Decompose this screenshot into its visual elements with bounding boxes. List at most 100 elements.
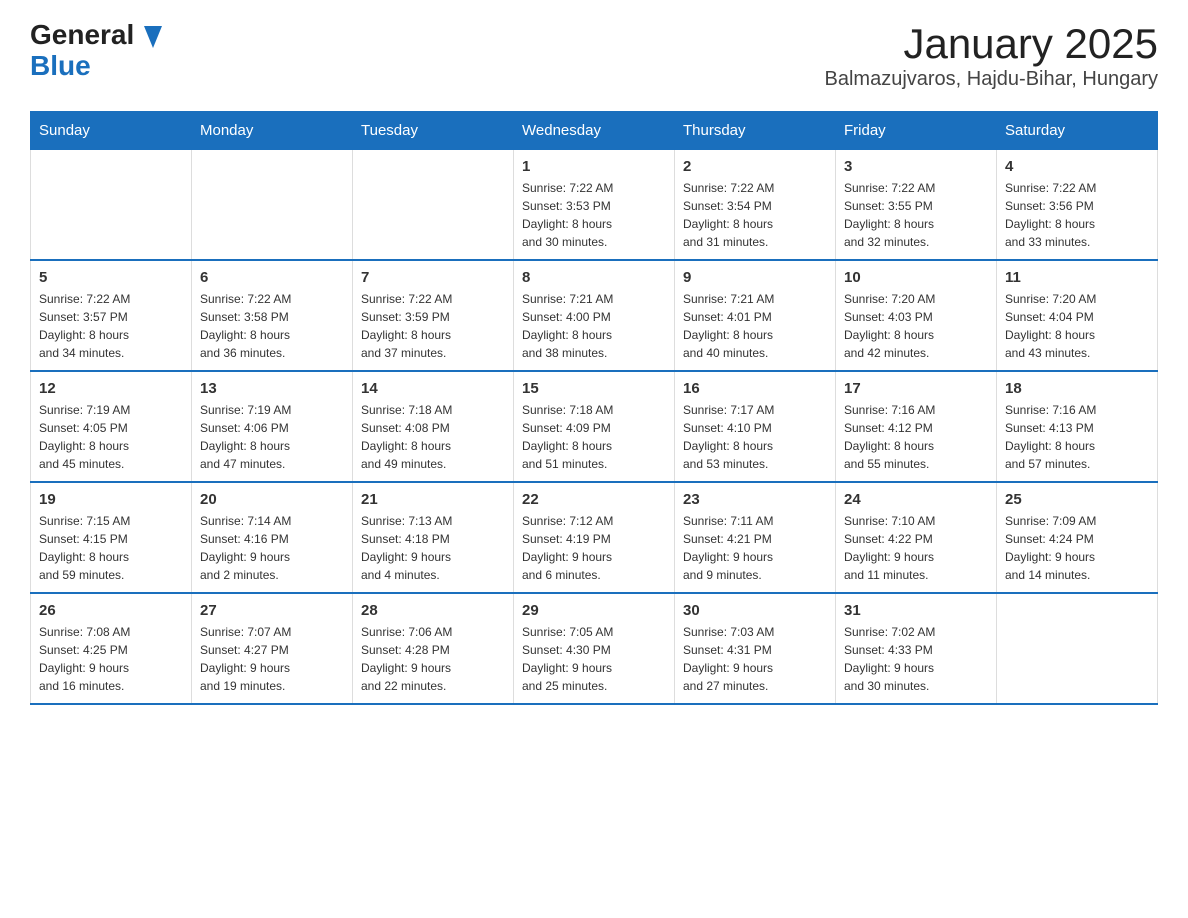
calendar-week-3: 12 Sunrise: 7:19 AMSunset: 4:05 PMDayligh… [31, 371, 1158, 482]
day-info: Sunrise: 7:21 AMSunset: 4:00 PMDaylight:… [522, 290, 666, 362]
day-info: Sunrise: 7:20 AMSunset: 4:03 PMDaylight:… [844, 290, 988, 362]
logo: General Blue [30, 20, 162, 82]
calendar-cell: 15 Sunrise: 7:18 AMSunset: 4:09 PMDayligh… [514, 371, 675, 482]
day-number: 5 [39, 269, 183, 286]
weekday-header-friday: Friday [836, 112, 997, 150]
day-info: Sunrise: 7:07 AMSunset: 4:27 PMDaylight:… [200, 623, 344, 695]
calendar-cell: 13 Sunrise: 7:19 AMSunset: 4:06 PMDayligh… [192, 371, 353, 482]
day-info: Sunrise: 7:14 AMSunset: 4:16 PMDaylight:… [200, 512, 344, 584]
calendar-week-5: 26 Sunrise: 7:08 AMSunset: 4:25 PMDayligh… [31, 593, 1158, 704]
day-info: Sunrise: 7:22 AMSunset: 3:55 PMDaylight:… [844, 179, 988, 251]
calendar-title: January 2025 [825, 20, 1159, 68]
day-number: 25 [1005, 491, 1149, 508]
calendar-cell: 24 Sunrise: 7:10 AMSunset: 4:22 PMDayligh… [836, 482, 997, 593]
calendar-body: 1 Sunrise: 7:22 AMSunset: 3:53 PMDaylight… [31, 150, 1158, 705]
day-number: 1 [522, 158, 666, 175]
calendar-week-4: 19Sunrise: 7:15 AMSunset: 4:15 PMDayligh… [31, 482, 1158, 593]
calendar-cell: 14 Sunrise: 7:18 AMSunset: 4:08 PMDayligh… [353, 371, 514, 482]
day-number: 8 [522, 269, 666, 286]
day-info: Sunrise: 7:11 AMSunset: 4:21 PMDaylight:… [683, 512, 827, 584]
day-info: Sunrise: 7:22 AMSunset: 3:58 PMDaylight:… [200, 290, 344, 362]
weekday-header-sunday: Sunday [31, 112, 192, 150]
day-number: 22 [522, 491, 666, 508]
day-number: 19 [39, 491, 183, 508]
day-info: Sunrise: 7:22 AMSunset: 3:56 PMDaylight:… [1005, 179, 1149, 251]
day-info: Sunrise: 7:13 AMSunset: 4:18 PMDaylight:… [361, 512, 505, 584]
calendar-cell: 26 Sunrise: 7:08 AMSunset: 4:25 PMDayligh… [31, 593, 192, 704]
day-number: 4 [1005, 158, 1149, 175]
weekday-header-saturday: Saturday [997, 112, 1158, 150]
day-number: 30 [683, 602, 827, 619]
calendar-cell: 30Sunrise: 7:03 AMSunset: 4:31 PMDayligh… [675, 593, 836, 704]
day-number: 9 [683, 269, 827, 286]
day-info: Sunrise: 7:16 AMSunset: 4:12 PMDaylight:… [844, 401, 988, 473]
day-info: Sunrise: 7:16 AMSunset: 4:13 PMDaylight:… [1005, 401, 1149, 473]
day-info: Sunrise: 7:05 AMSunset: 4:30 PMDaylight:… [522, 623, 666, 695]
calendar-cell: 18 Sunrise: 7:16 AMSunset: 4:13 PMDayligh… [997, 371, 1158, 482]
day-number: 3 [844, 158, 988, 175]
calendar-cell: 22 Sunrise: 7:12 AMSunset: 4:19 PMDayligh… [514, 482, 675, 593]
calendar-cell: 16Sunrise: 7:17 AMSunset: 4:10 PMDayligh… [675, 371, 836, 482]
day-info: Sunrise: 7:19 AMSunset: 4:06 PMDaylight:… [200, 401, 344, 473]
weekday-header-row: SundayMondayTuesdayWednesdayThursdayFrid… [31, 112, 1158, 150]
day-info: Sunrise: 7:22 AMSunset: 3:53 PMDaylight:… [522, 179, 666, 251]
day-info: Sunrise: 7:19 AMSunset: 4:05 PMDaylight:… [39, 401, 183, 473]
day-number: 23 [683, 491, 827, 508]
calendar-cell: 3 Sunrise: 7:22 AMSunset: 3:55 PMDaylight… [836, 150, 997, 261]
calendar-cell [997, 593, 1158, 704]
calendar-cell: 20Sunrise: 7:14 AMSunset: 4:16 PMDayligh… [192, 482, 353, 593]
calendar-cell: 31Sunrise: 7:02 AMSunset: 4:33 PMDayligh… [836, 593, 997, 704]
day-info: Sunrise: 7:21 AMSunset: 4:01 PMDaylight:… [683, 290, 827, 362]
calendar-cell: 17 Sunrise: 7:16 AMSunset: 4:12 PMDayligh… [836, 371, 997, 482]
day-info: Sunrise: 7:12 AMSunset: 4:19 PMDaylight:… [522, 512, 666, 584]
calendar-cell: 5 Sunrise: 7:22 AMSunset: 3:57 PMDaylight… [31, 260, 192, 371]
day-info: Sunrise: 7:17 AMSunset: 4:10 PMDaylight:… [683, 401, 827, 473]
day-number: 24 [844, 491, 988, 508]
weekday-header-monday: Monday [192, 112, 353, 150]
calendar-cell: 27 Sunrise: 7:07 AMSunset: 4:27 PMDayligh… [192, 593, 353, 704]
calendar-cell: 29Sunrise: 7:05 AMSunset: 4:30 PMDayligh… [514, 593, 675, 704]
day-number: 28 [361, 602, 505, 619]
calendar-cell: 4 Sunrise: 7:22 AMSunset: 3:56 PMDaylight… [997, 150, 1158, 261]
day-info: Sunrise: 7:18 AMSunset: 4:09 PMDaylight:… [522, 401, 666, 473]
calendar-header: SundayMondayTuesdayWednesdayThursdayFrid… [31, 112, 1158, 150]
day-number: 17 [844, 380, 988, 397]
calendar-cell: 21 Sunrise: 7:13 AMSunset: 4:18 PMDayligh… [353, 482, 514, 593]
calendar-week-2: 5 Sunrise: 7:22 AMSunset: 3:57 PMDaylight… [31, 260, 1158, 371]
day-number: 26 [39, 602, 183, 619]
calendar-cell: 8 Sunrise: 7:21 AMSunset: 4:00 PMDaylight… [514, 260, 675, 371]
day-info: Sunrise: 7:22 AMSunset: 3:54 PMDaylight:… [683, 179, 827, 251]
calendar-cell [192, 150, 353, 261]
calendar-cell: 28Sunrise: 7:06 AMSunset: 4:28 PMDayligh… [353, 593, 514, 704]
day-number: 27 [200, 602, 344, 619]
page-header: General Blue January 2025 Balmazujvaros,… [30, 20, 1158, 91]
day-info: Sunrise: 7:20 AMSunset: 4:04 PMDaylight:… [1005, 290, 1149, 362]
day-number: 21 [361, 491, 505, 508]
calendar-table: SundayMondayTuesdayWednesdayThursdayFrid… [30, 111, 1158, 705]
weekday-header-thursday: Thursday [675, 112, 836, 150]
day-info: Sunrise: 7:02 AMSunset: 4:33 PMDaylight:… [844, 623, 988, 695]
day-info: Sunrise: 7:08 AMSunset: 4:25 PMDaylight:… [39, 623, 183, 695]
day-number: 13 [200, 380, 344, 397]
day-info: Sunrise: 7:22 AMSunset: 3:57 PMDaylight:… [39, 290, 183, 362]
calendar-cell: 10 Sunrise: 7:20 AMSunset: 4:03 PMDayligh… [836, 260, 997, 371]
day-number: 15 [522, 380, 666, 397]
day-info: Sunrise: 7:10 AMSunset: 4:22 PMDaylight:… [844, 512, 988, 584]
calendar-cell [31, 150, 192, 261]
calendar-cell: 9 Sunrise: 7:21 AMSunset: 4:01 PMDaylight… [675, 260, 836, 371]
day-info: Sunrise: 7:18 AMSunset: 4:08 PMDaylight:… [361, 401, 505, 473]
day-number: 10 [844, 269, 988, 286]
calendar-cell: 25Sunrise: 7:09 AMSunset: 4:24 PMDayligh… [997, 482, 1158, 593]
calendar-cell: 1 Sunrise: 7:22 AMSunset: 3:53 PMDaylight… [514, 150, 675, 261]
logo-general-text: General [30, 19, 162, 50]
calendar-cell: 12 Sunrise: 7:19 AMSunset: 4:05 PMDayligh… [31, 371, 192, 482]
weekday-header-wednesday: Wednesday [514, 112, 675, 150]
calendar-week-1: 1 Sunrise: 7:22 AMSunset: 3:53 PMDaylight… [31, 150, 1158, 261]
calendar-cell: 11 Sunrise: 7:20 AMSunset: 4:04 PMDayligh… [997, 260, 1158, 371]
day-number: 14 [361, 380, 505, 397]
day-number: 12 [39, 380, 183, 397]
day-number: 11 [1005, 269, 1149, 286]
calendar-cell: 2Sunrise: 7:22 AMSunset: 3:54 PMDaylight… [675, 150, 836, 261]
day-number: 18 [1005, 380, 1149, 397]
weekday-header-tuesday: Tuesday [353, 112, 514, 150]
